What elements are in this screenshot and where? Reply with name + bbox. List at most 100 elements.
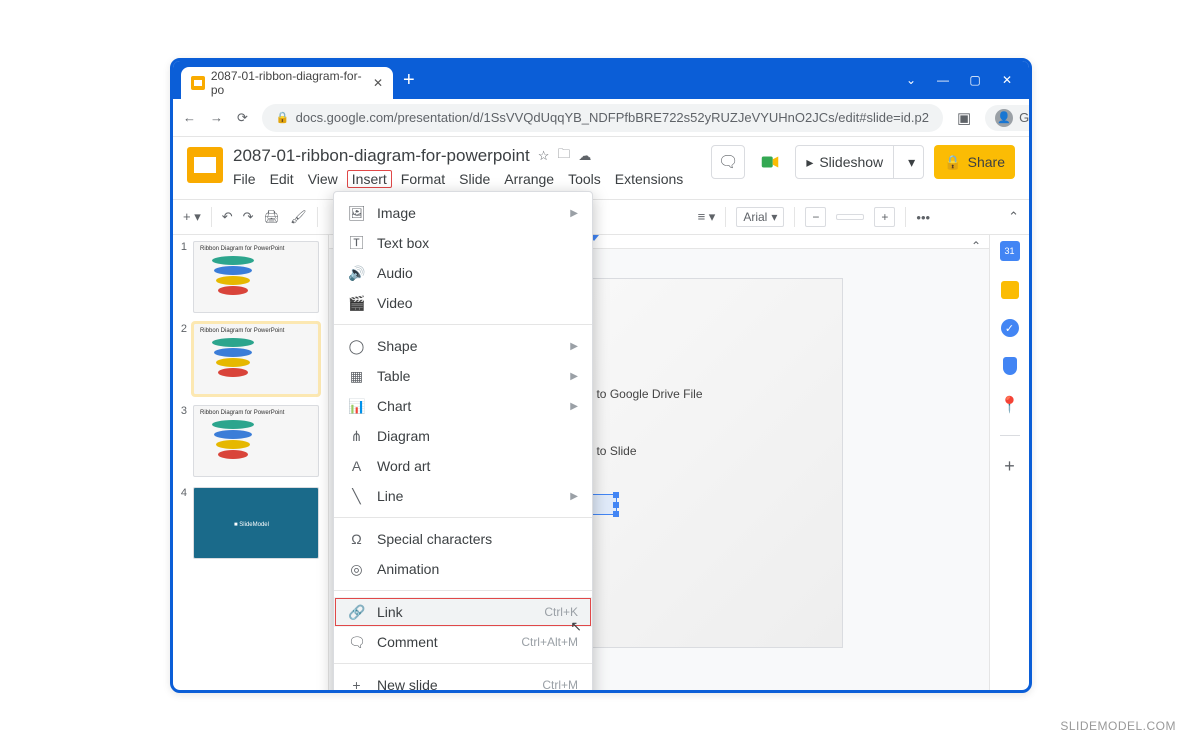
lock-icon: 🔒 bbox=[276, 111, 290, 124]
address-bar: ← → ⟳ 🔒 docs.google.com/presentation/d/1… bbox=[173, 99, 1029, 137]
close-window-icon[interactable]: ✕ bbox=[1001, 73, 1013, 87]
menu-item-shape[interactable]: ◯Shape▶ bbox=[334, 331, 592, 361]
font-size-plus[interactable]: + bbox=[874, 207, 895, 227]
submenu-arrow-icon: ▶ bbox=[570, 371, 578, 382]
share-button[interactable]: 🔒 Share bbox=[934, 145, 1015, 179]
url-field[interactable]: 🔒 docs.google.com/presentation/d/1SsVVQd… bbox=[262, 104, 943, 132]
slides-favicon bbox=[191, 76, 205, 90]
comments-button[interactable]: 🗨 bbox=[711, 145, 745, 179]
move-icon[interactable]: 🗀 bbox=[557, 145, 570, 167]
forward-icon[interactable]: → bbox=[210, 110, 223, 125]
slide-number: 2 bbox=[179, 323, 187, 395]
close-tab-icon[interactable]: ✕ bbox=[373, 76, 383, 90]
menu-item-chart[interactable]: 📊Chart▶ bbox=[334, 391, 592, 421]
slide-thumb-2[interactable]: Ribbon Diagram for PowerPoint bbox=[193, 323, 319, 395]
new-slide-tool[interactable]: + ▾ bbox=[183, 209, 201, 225]
menu-extensions[interactable]: Extensions bbox=[615, 171, 683, 187]
shape-icon: ◯ bbox=[348, 338, 365, 355]
menu-arrange[interactable]: Arrange bbox=[504, 171, 554, 187]
more-tools-icon[interactable]: ••• bbox=[916, 210, 930, 225]
app-header: 2087-01-ribbon-diagram-for-powerpoint ☆ … bbox=[173, 137, 1029, 199]
titlebar: 2087-01-ribbon-diagram-for-po ✕ + ⌄ — ▢ … bbox=[173, 61, 1029, 99]
slide-number: 3 bbox=[179, 405, 187, 477]
tasks-icon[interactable]: ✓ bbox=[1001, 319, 1019, 337]
align-icon[interactable]: ≡ ▾ bbox=[698, 209, 716, 225]
browser-window: 2087-01-ribbon-diagram-for-po ✕ + ⌄ — ▢ … bbox=[170, 58, 1032, 693]
menu-tools[interactable]: Tools bbox=[568, 171, 601, 187]
submenu-arrow-icon: ▶ bbox=[570, 491, 578, 502]
collapse-icon[interactable]: ⌃ bbox=[971, 239, 981, 253]
avatar-icon: 👤 bbox=[995, 109, 1013, 127]
main-area: 1 Ribbon Diagram for PowerPoint 2 Ribbon… bbox=[173, 235, 1029, 691]
font-size-field[interactable] bbox=[836, 214, 864, 220]
cloud-status-icon[interactable]: ☁ bbox=[578, 148, 591, 164]
contacts-icon[interactable] bbox=[1003, 357, 1017, 375]
undo-icon[interactable]: ↶ bbox=[222, 209, 233, 225]
menu-insert[interactable]: Insert bbox=[347, 170, 392, 188]
diagram-icon: ⋔ bbox=[348, 428, 365, 445]
menu-item-diagram[interactable]: ⋔Diagram bbox=[334, 421, 592, 451]
maximize-icon[interactable]: ▢ bbox=[969, 73, 981, 87]
menu-format[interactable]: Format bbox=[401, 171, 445, 187]
font-size-minus[interactable]: − bbox=[805, 207, 826, 227]
font-select[interactable]: Arial▾ bbox=[736, 207, 784, 227]
maps-icon[interactable]: 📍 bbox=[1000, 395, 1020, 415]
minimize-icon[interactable]: — bbox=[937, 73, 949, 87]
back-icon[interactable]: ← bbox=[183, 110, 196, 125]
play-icon: ▸ bbox=[806, 154, 813, 171]
watermark: SLIDEMODEL.COM bbox=[1060, 719, 1176, 733]
insert-menu-dropdown: 🖼Image▶ 🅃Text box 🔊Audio 🎬Video ◯Shape▶ … bbox=[333, 191, 593, 693]
shortcut-text: Ctrl+M bbox=[542, 678, 578, 692]
shortcut-text: Ctrl+K bbox=[544, 605, 578, 619]
menu-slide[interactable]: Slide bbox=[459, 171, 490, 187]
menu-item-new-slide[interactable]: +New slideCtrl+M bbox=[334, 670, 592, 693]
keep-icon[interactable] bbox=[1001, 281, 1019, 299]
toolbar: + ▾ ↶ ↷ 🖨 🖌 ≡ ▾ Arial▾ − + ••• ⌃ bbox=[173, 199, 1029, 235]
menu-item-wordart[interactable]: AWord art bbox=[334, 451, 592, 481]
menu-item-special-chars[interactable]: ΩSpecial characters bbox=[334, 524, 592, 554]
calendar-icon[interactable]: 31 bbox=[1000, 241, 1020, 261]
collapse-toolbar-icon[interactable]: ⌃ bbox=[1008, 209, 1019, 225]
slide-thumb-3[interactable]: Ribbon Diagram for PowerPoint bbox=[193, 405, 319, 477]
menu-file[interactable]: File bbox=[233, 171, 256, 187]
slideshow-button[interactable]: ▸Slideshow ▾ bbox=[795, 145, 924, 179]
menu-item-table[interactable]: ▦Table▶ bbox=[334, 361, 592, 391]
chart-icon: 📊 bbox=[348, 398, 365, 415]
star-icon[interactable]: ☆ bbox=[538, 148, 550, 164]
menu-item-animation[interactable]: ◎Animation bbox=[334, 554, 592, 584]
slides-logo[interactable] bbox=[187, 147, 223, 183]
paint-format-icon[interactable]: 🖌 bbox=[290, 209, 307, 225]
menu-edit[interactable]: Edit bbox=[270, 171, 294, 187]
reload-icon[interactable]: ⟳ bbox=[237, 110, 248, 126]
menu-item-video[interactable]: 🎬Video bbox=[334, 288, 592, 318]
menu-item-textbox[interactable]: 🅃Text box bbox=[334, 228, 592, 258]
menu-item-comment[interactable]: 🗨CommentCtrl+Alt+M bbox=[334, 627, 592, 657]
meet-button[interactable] bbox=[755, 147, 785, 177]
menu-item-line[interactable]: ╲Line▶ bbox=[334, 481, 592, 511]
redo-icon[interactable]: ↷ bbox=[243, 209, 254, 225]
menu-item-link[interactable]: 🔗LinkCtrl+K↖ bbox=[334, 597, 592, 627]
new-tab-button[interactable]: + bbox=[403, 69, 415, 92]
audio-icon: 🔊 bbox=[348, 265, 365, 282]
slide-panel: 1 Ribbon Diagram for PowerPoint 2 Ribbon… bbox=[173, 235, 329, 691]
menu-view[interactable]: View bbox=[308, 171, 338, 187]
add-addon-icon[interactable]: + bbox=[1004, 456, 1015, 477]
slide-number: 4 bbox=[179, 487, 187, 559]
menu-item-image[interactable]: 🖼Image▶ bbox=[334, 198, 592, 228]
profile-chip[interactable]: 👤 Guest bbox=[985, 105, 1032, 131]
menu-item-audio[interactable]: 🔊Audio bbox=[334, 258, 592, 288]
browser-tab[interactable]: 2087-01-ribbon-diagram-for-po ✕ bbox=[181, 67, 393, 99]
submenu-arrow-icon: ▶ bbox=[570, 341, 578, 352]
print-icon[interactable]: 🖨 bbox=[264, 209, 281, 225]
doc-title[interactable]: 2087-01-ribbon-diagram-for-powerpoint bbox=[233, 146, 530, 166]
guest-label: Guest bbox=[1019, 110, 1032, 125]
extension-icon[interactable]: ▣ bbox=[957, 109, 971, 127]
chevron-down-icon[interactable]: ⌄ bbox=[905, 73, 917, 87]
animation-icon: ◎ bbox=[348, 561, 365, 578]
slideshow-caret[interactable]: ▾ bbox=[900, 154, 923, 171]
textbox-icon: 🅃 bbox=[348, 233, 365, 253]
slide-thumb-1[interactable]: Ribbon Diagram for PowerPoint bbox=[193, 241, 319, 313]
slide-thumb-4[interactable]: ■ SlideModel bbox=[193, 487, 319, 559]
url-text: docs.google.com/presentation/d/1SsVVQdUq… bbox=[296, 110, 929, 125]
plus-icon: + bbox=[348, 677, 365, 693]
